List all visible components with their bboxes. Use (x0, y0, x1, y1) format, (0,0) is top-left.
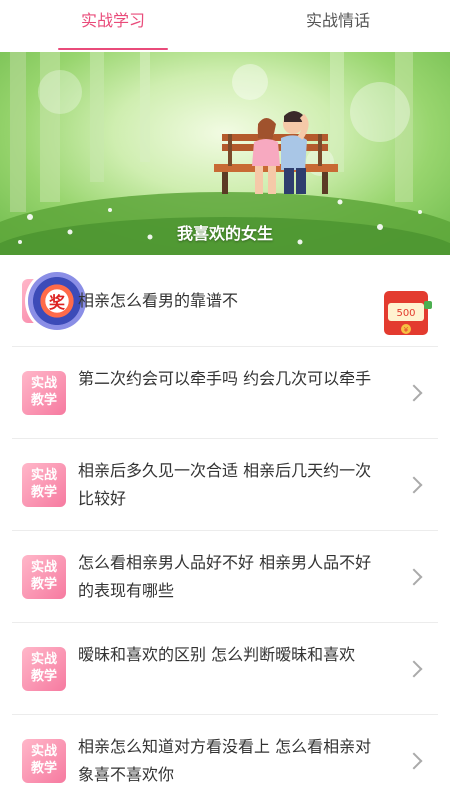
article-title: 相亲怎么知道对方看没看上 怎么看相亲对象喜不喜欢你 (78, 737, 372, 784)
thumbnail-label-line2: 教学 (30, 577, 57, 592)
banner[interactable]: 我喜欢的女生 (0, 52, 450, 255)
thumbnail-label-line1: 实战 (30, 468, 57, 483)
red-packet-amount: 500 (396, 308, 415, 319)
article-list: 实战 教学 奖 相亲怎么看男的靠谱不 500 ¥ 实战 教学 第二次约会可以牵手… (0, 255, 450, 807)
list-item[interactable]: 实战 教学 相亲怎么知道对方看没看上 怎么看相亲对象喜不喜欢你 (0, 715, 450, 807)
thumbnail-label-line1: 实战 (30, 376, 57, 391)
thumbnail-label-line2: 教学 (30, 669, 57, 684)
article-title: 第二次约会可以牵手吗 约会几次可以牵手 (78, 369, 372, 388)
article-thumbnail: 实战 教学 (22, 647, 66, 691)
tab-study[interactable]: 实战学习 (58, 0, 168, 52)
red-packet-icon[interactable]: 500 ¥ (378, 283, 436, 341)
chevron-right-icon (405, 660, 423, 678)
chevron-right-icon (405, 752, 423, 770)
article-title: 怎么看相亲男人品好不好 相亲男人品不好的表现有哪些 (78, 553, 372, 600)
article-thumbnail: 实战 教学 (22, 739, 66, 783)
article-title: 相亲怎么看男的靠谱不 (78, 291, 239, 310)
article-title: 相亲后多久见一次合适 相亲后几天约一次比较好 (78, 461, 372, 508)
thumbnail-label-line2: 教学 (30, 393, 57, 408)
thumbnail-label-line2: 教学 (30, 485, 57, 500)
list-item[interactable]: 实战 教学 奖 相亲怎么看男的靠谱不 500 ¥ (0, 255, 450, 347)
banner-title: 我喜欢的女生 (176, 224, 273, 243)
thumbnail-label-line1: 实战 (30, 560, 57, 575)
chevron-right-icon (405, 384, 423, 402)
list-item[interactable]: 实战 教学 相亲后多久见一次合适 相亲后几天约一次比较好 (0, 439, 450, 531)
chevron-right-icon (405, 568, 423, 586)
list-item[interactable]: 实战 教学 暧昧和喜欢的区别 怎么判断暧昧和喜欢 (0, 623, 450, 715)
article-thumbnail: 实战 教学 (22, 463, 66, 507)
chevron-right-icon (405, 476, 423, 494)
article-thumbnail: 实战 教学 (22, 555, 66, 599)
thumbnail-label-line1: 实战 (30, 652, 57, 667)
article-title: 暧昧和喜欢的区别 怎么判断暧昧和喜欢 (78, 645, 356, 664)
thumbnail-label-line2: 教学 (30, 761, 57, 776)
tab-sweet-talk[interactable]: 实战情话 (283, 0, 393, 52)
article-thumbnail: 实战 教学 (22, 371, 66, 415)
active-tab-indicator (58, 48, 168, 50)
thumbnail-label-line1: 实战 (30, 744, 57, 759)
list-item[interactable]: 实战 教学 第二次约会可以牵手吗 约会几次可以牵手 (0, 347, 450, 439)
list-item[interactable]: 实战 教学 怎么看相亲男人品好不好 相亲男人品不好的表现有哪些 (0, 531, 450, 623)
red-packet-currency: ¥ (404, 326, 409, 334)
top-tab-bar: 实战学习 实战情话 (0, 0, 450, 52)
